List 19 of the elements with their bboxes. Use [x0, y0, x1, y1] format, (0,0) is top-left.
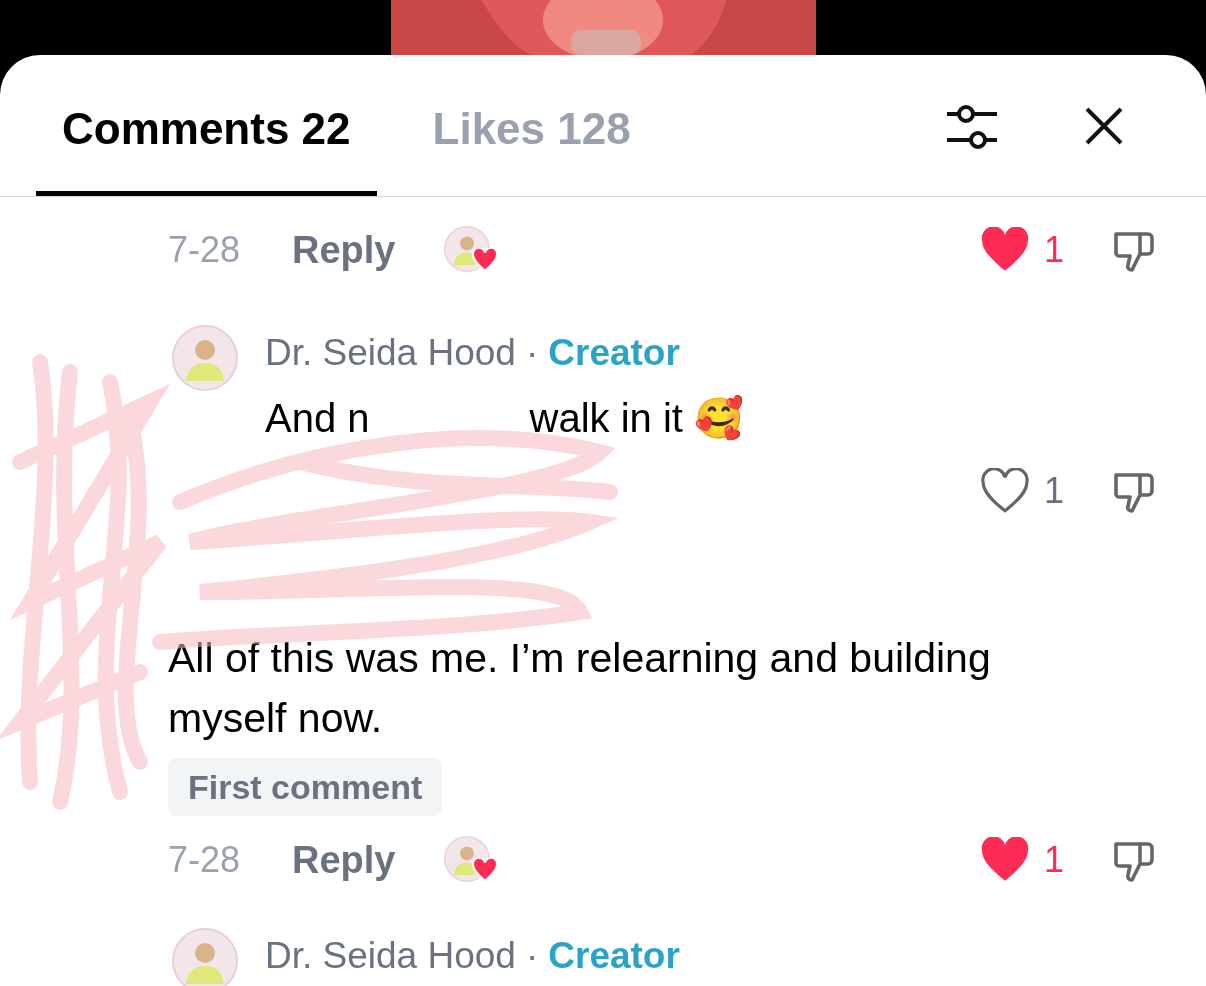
comment-tag: First comment	[168, 758, 443, 816]
like-count: 1	[1044, 228, 1065, 272]
comment-text: walk in it 🥰	[529, 394, 745, 443]
comment-author: Dr. Seida Hood	[265, 331, 516, 376]
separator: ·	[525, 331, 539, 376]
like-count: 1	[1044, 469, 1065, 513]
comment-author: Dr. Seida Hood	[265, 934, 516, 979]
creator-label: Creator	[548, 934, 680, 979]
tab[interactable]: Likes 128	[406, 66, 657, 196]
reply-button[interactable]: Reply	[292, 221, 444, 279]
comment-date: 7-28	[168, 838, 242, 882]
tab[interactable]: Comments 22	[36, 66, 377, 196]
reply-button[interactable]: Reply	[292, 831, 444, 889]
comment-date: 7-28	[168, 228, 242, 272]
like-count: 1	[1044, 838, 1065, 882]
creator-label: Creator	[548, 331, 680, 376]
comment-text: And n	[265, 395, 370, 442]
comment-text: All of this was me. I’m relearning and building myself now.	[168, 634, 992, 743]
separator: ·	[525, 934, 539, 979]
